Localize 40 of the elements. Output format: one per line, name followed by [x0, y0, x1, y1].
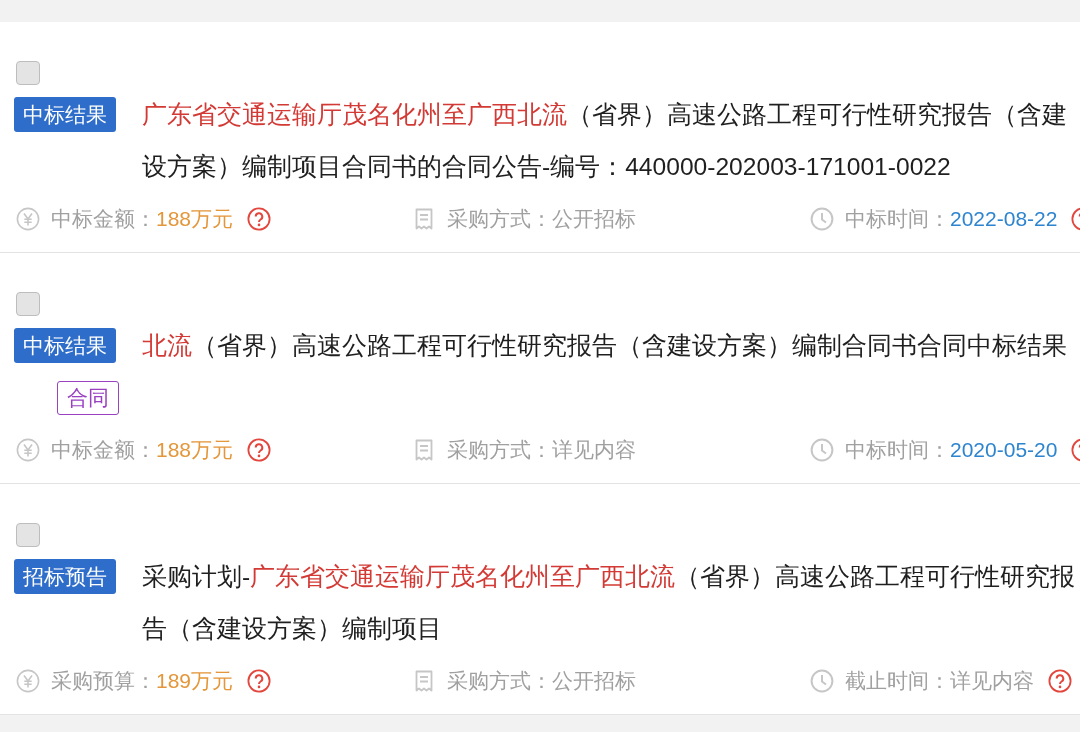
meta-label: 采购方式：: [447, 206, 552, 232]
result-title[interactable]: 广东省交通运输厅茂名化州至广西北流（省界）高速公路工程可行性研究报告（含建设方案）编制项目合同书的合同公告-编号：440000-202003-171001-0022: [142, 89, 1077, 193]
meta-value: 188万元: [156, 437, 234, 463]
meta-label: 中标时间：: [845, 437, 950, 463]
meta-label: 截止时间：: [845, 668, 950, 694]
meta-value: 189万元: [156, 668, 234, 694]
yen-icon: [16, 438, 40, 462]
meta-label: 采购方式：: [447, 437, 552, 463]
meta-value: 公开招标: [552, 206, 636, 232]
meta-label: 中标金额：: [51, 437, 156, 463]
meta-value: 公开招标: [552, 668, 636, 694]
clock-icon: [810, 207, 834, 231]
meta-value: 2022-08-22: [950, 207, 1058, 231]
category-tag: 招标预告: [14, 559, 116, 594]
question-mark-icon[interactable]: [1071, 207, 1080, 231]
meta-value: 详见内容: [950, 668, 1034, 694]
meta-label: 中标金额：: [51, 206, 156, 232]
clock-icon: [810, 438, 834, 462]
yen-icon: [16, 207, 40, 231]
type-tag: 合同: [57, 381, 119, 415]
category-tag: 中标结果: [14, 328, 116, 363]
meta-value: 详见内容: [552, 437, 636, 463]
meta-label: 采购方式：: [447, 668, 552, 694]
meta-label: 中标时间：: [845, 206, 950, 232]
question-mark-icon[interactable]: [247, 207, 272, 231]
question-mark-icon[interactable]: [247, 669, 272, 693]
checkbox[interactable]: [16, 292, 40, 316]
checkbox[interactable]: [16, 61, 40, 85]
meta-label: 采购预算：: [51, 668, 156, 694]
result-title[interactable]: 北流（省界）高速公路工程可行性研究报告（含建设方案）编制合同书合同中标结果: [142, 320, 1077, 372]
category-tag: 中标结果: [14, 97, 116, 132]
checkbox[interactable]: [16, 523, 40, 547]
meta-value: 188万元: [156, 206, 234, 232]
meta-value: 2020-05-20: [950, 438, 1058, 462]
question-mark-icon[interactable]: [1048, 669, 1072, 693]
question-mark-icon[interactable]: [247, 438, 272, 462]
yen-icon: [16, 669, 40, 693]
clock-icon: [810, 669, 834, 693]
result-title[interactable]: 采购计划-广东省交通运输厅茂名化州至广西北流（省界）高速公路工程可行性研究报告（含建设方案）编制项目: [142, 551, 1077, 655]
question-mark-icon[interactable]: [1071, 438, 1080, 462]
